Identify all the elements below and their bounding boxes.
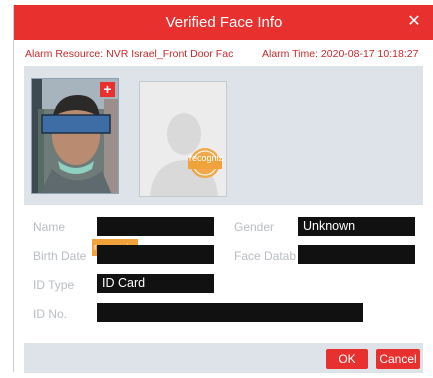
dialog-titlebar: Verified Face Info ✕ — [14, 5, 433, 40]
id-type-field[interactable]: ID Card — [97, 274, 214, 293]
dialog-title: Verified Face Info — [165, 14, 283, 31]
id-type-label: ID Type — [33, 278, 75, 292]
close-icon[interactable]: ✕ — [402, 5, 426, 40]
name-field[interactable] — [97, 217, 214, 236]
ok-button[interactable]: OK — [326, 349, 368, 369]
name-label: Name — [33, 220, 66, 234]
alarm-time: Alarm Time: 2020-08-17 10:18:27 — [262, 48, 419, 60]
library-face-placeholder — [139, 81, 227, 197]
id-number-field[interactable] — [97, 303, 363, 322]
alarm-info-row: Alarm Resource: NVR Israel_Front Door Fa… — [14, 45, 433, 65]
gender-label: Gender — [234, 220, 275, 234]
library-status-tag: recogniz — [188, 153, 224, 163]
alarm-resource: Alarm Resource: NVR Israel_Front Door Fa… — [25, 48, 234, 60]
face-database-field[interactable] — [298, 245, 415, 264]
dialog-footer: OK Cancel — [24, 343, 423, 373]
birth-date-label: Birth Date — [33, 249, 87, 263]
person-silhouette-icon — [140, 82, 226, 196]
window-edge — [0, 0, 13, 378]
birth-date-field[interactable] — [97, 245, 214, 264]
captured-face-snapshot[interactable]: + — [31, 78, 119, 194]
face-database-label: Face Datab — [234, 249, 297, 263]
verified-face-dialog: Verified Face Info ✕ Alarm Resource: NVR… — [13, 5, 433, 373]
gender-field[interactable]: Unknown — [298, 217, 415, 236]
face-image-panel: + nrecognize recogniz — [24, 66, 423, 256]
cancel-button[interactable]: Cancel — [376, 349, 420, 369]
id-number-label: ID No. — [33, 307, 68, 321]
add-to-library-button[interactable]: + — [100, 82, 115, 97]
